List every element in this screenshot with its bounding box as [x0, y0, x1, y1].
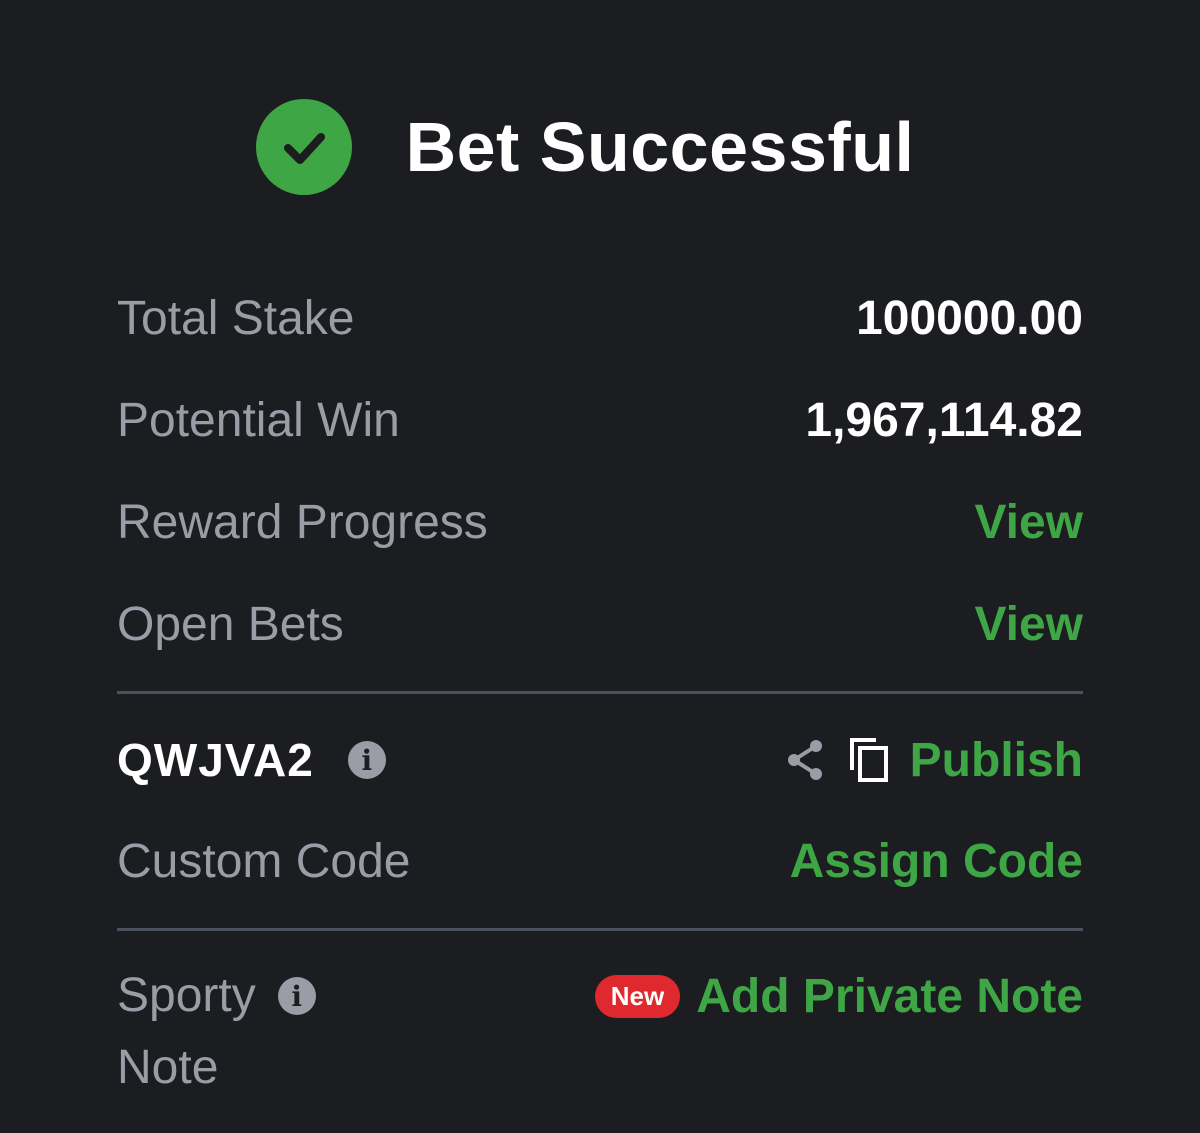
booking-actions: Publish	[786, 733, 1083, 788]
sporty-note-label-group: Sporty i Note	[117, 960, 316, 1104]
success-header: Bet Successful	[0, 92, 1200, 202]
total-stake-label: Total Stake	[117, 291, 355, 345]
booking-code-group: QWJVA2 i	[117, 733, 386, 787]
add-note-group: New Add Private Note	[594, 960, 1083, 1032]
open-bets-label: Open Bets	[117, 597, 344, 651]
check-circle-icon	[255, 99, 352, 195]
total-stake-row: Total Stake 100000.00	[117, 288, 1083, 348]
booking-code-row: QWJVA2 i Publish	[117, 730, 1083, 790]
new-badge: New	[594, 974, 681, 1018]
custom-code-row: Custom Code Assign Code	[117, 831, 1083, 891]
potential-win-row: Potential Win 1,967,114.82	[117, 390, 1083, 450]
reward-progress-label: Reward Progress	[117, 495, 488, 549]
page-title: Bet Successful	[405, 108, 915, 186]
potential-win-label: Potential Win	[117, 393, 400, 447]
add-private-note-button[interactable]: Add Private Note	[696, 969, 1083, 1024]
copy-icon[interactable]	[848, 736, 890, 784]
open-bets-view-link[interactable]: View	[974, 597, 1083, 652]
booking-code: QWJVA2	[117, 734, 314, 786]
potential-win-value: 1,967,114.82	[805, 393, 1083, 447]
sporty-note-label-line2: Note	[117, 1041, 219, 1094]
info-icon[interactable]: i	[347, 741, 386, 779]
custom-code-label: Custom Code	[117, 834, 411, 888]
sporty-note-row: Sporty i Note New Add Private Note	[117, 960, 1083, 1100]
assign-code-button[interactable]: Assign Code	[790, 834, 1083, 889]
share-icon[interactable]	[786, 738, 826, 782]
total-stake-value: 100000.00	[856, 291, 1083, 345]
divider	[117, 691, 1083, 694]
bet-success-panel: Bet Successful Total Stake 100000.00 Pot…	[0, 0, 1200, 1133]
reward-progress-row: Reward Progress View	[117, 492, 1083, 552]
reward-progress-view-link[interactable]: View	[974, 495, 1083, 550]
sporty-note-label: Sporty	[117, 969, 256, 1022]
open-bets-row: Open Bets View	[117, 594, 1083, 654]
info-icon[interactable]: i	[277, 977, 316, 1015]
publish-button[interactable]: Publish	[910, 733, 1083, 788]
divider	[117, 928, 1083, 931]
